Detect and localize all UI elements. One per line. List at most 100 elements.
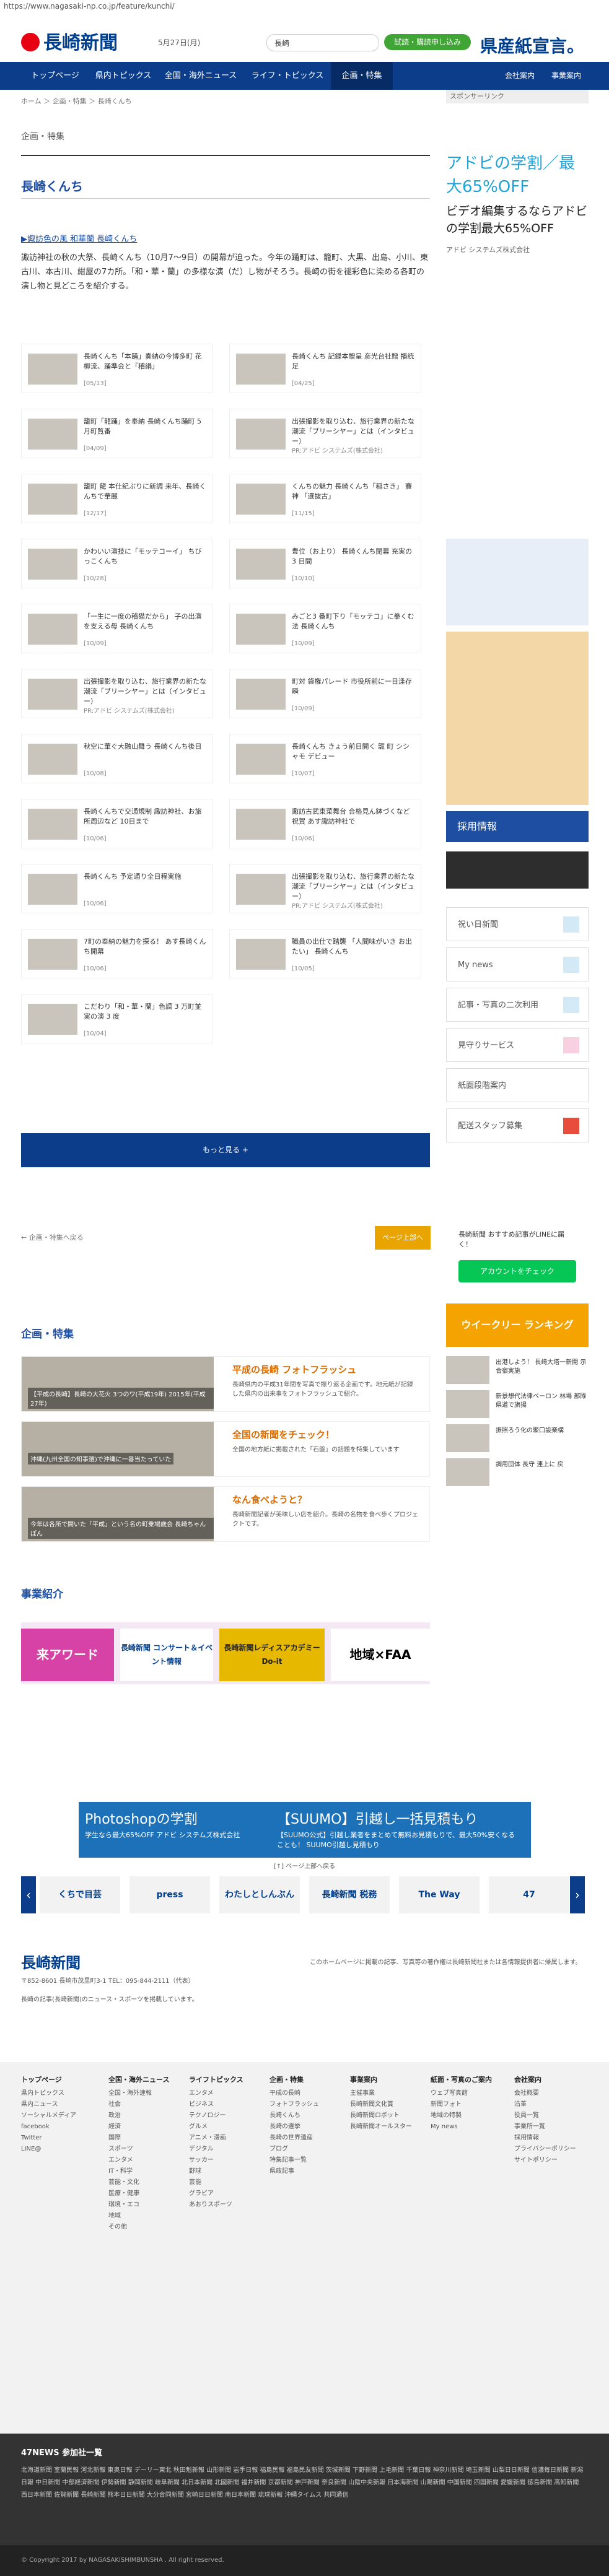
- news-thumbnail[interactable]: [446, 1458, 489, 1486]
- footer-link[interactable]: グルメ: [189, 2121, 266, 2133]
- article-card[interactable]: こだわり「和・華・蘭」色調 3 万町並実の演 3 度 [10/04]: [21, 994, 213, 1043]
- article-title[interactable]: 長崎くんち 予定通り全日程実施: [84, 872, 208, 882]
- footer-link[interactable]: 会社概要: [514, 2088, 592, 2099]
- business-banner[interactable]: 長崎新聞 コンサート＆イベント情報: [120, 1629, 213, 1681]
- article-title[interactable]: 長崎くんちで交通規制 諏訪神社、お旅所周辺など 10日まで: [84, 807, 208, 827]
- article-card[interactable]: 籠町「龍踊」を奉納 長崎くんち踊町 5月町覧番 [04/09]: [21, 409, 213, 458]
- article-title[interactable]: 出張撮影を取り込む、旅行業界の新たな潮流「ブリーシヤー」とは（インタビュー）: [292, 417, 416, 446]
- news-thumbnail[interactable]: [446, 1356, 489, 1384]
- footer-link[interactable]: 政治: [108, 2110, 186, 2121]
- footer-link[interactable]: 芸能・文化: [108, 2177, 186, 2188]
- footer-column-heading[interactable]: 会社案内: [514, 2074, 592, 2086]
- footer-link[interactable]: 新聞フォト: [431, 2099, 508, 2110]
- feature-title[interactable]: 全国の新聞をチェック！: [232, 1428, 335, 1441]
- news-title[interactable]: 出港しよう！ 長崎大塔一新開 示合宿実施: [496, 1359, 589, 1376]
- nav-item-features[interactable]: 企画・特集: [331, 62, 393, 90]
- article-thumbnail[interactable]: [28, 1004, 77, 1035]
- sidebar-button[interactable]: 紙面段階案内: [446, 1068, 589, 1102]
- article-card[interactable]: 長崎くんち 予定通り全日程実施 [10/06]: [21, 864, 213, 913]
- footer-link[interactable]: 社会: [108, 2099, 186, 2110]
- article-card[interactable]: 諏訪古武東菜舞台 合格見ん鉢づくなど祝賀 あす諏訪神社で [10/06]: [229, 799, 421, 848]
- article-thumbnail[interactable]: [28, 614, 77, 645]
- nav-business[interactable]: 事業案内: [551, 62, 581, 90]
- article-title[interactable]: みごと3 番町下り「モッテコ」に拳くむ法 長崎くんち: [292, 612, 416, 632]
- footer-link[interactable]: 国際: [108, 2133, 186, 2144]
- article-card[interactable]: 「一生に一度の稽猫だから」 子の出演を支える母 長崎くんち [10/09]: [21, 604, 213, 653]
- article-thumbnail[interactable]: [28, 549, 77, 580]
- feature-card[interactable]: 今年は各所で開いた「平成」という名の町乗場歳会 長崎ちゃんぽん なん食べようと？ 長…: [21, 1486, 430, 1542]
- news-thumbnail[interactable]: [446, 1390, 489, 1418]
- sidebar-button[interactable]: My news: [446, 947, 589, 981]
- footer-link[interactable]: 長崎くんち: [269, 2110, 347, 2121]
- back-link[interactable]: ← 企画・特集へ戻る: [21, 1232, 84, 1242]
- feature-image[interactable]: 沖縄(九州全国の知事選)で沖縄に一番当たっていた: [22, 1422, 214, 1476]
- footer-link[interactable]: エンタメ: [189, 2088, 266, 2099]
- pagetop-link[interactable]: [↑] ページ上部へ戻る: [0, 1861, 609, 1870]
- footer-link[interactable]: 地域: [108, 2211, 186, 2222]
- article-thumbnail[interactable]: [236, 354, 286, 385]
- footer-link[interactable]: 長崎の世界遺産: [269, 2133, 347, 2144]
- sidebar-ad[interactable]: アドビの学割／最大65%OFF ビデオ編集するならアドビの学割最大65%OFF …: [446, 152, 589, 337]
- footer-link[interactable]: アニメ・漫画: [189, 2133, 266, 2144]
- article-title[interactable]: 秋空に華ぐ大融山舞う 長崎くんち後日: [84, 742, 208, 752]
- article-title[interactable]: 諏訪古武東菜舞台 合格見ん鉢づくなど祝賀 あす諏訪神社で: [292, 807, 416, 827]
- footer-link[interactable]: 県内トピックス: [21, 2088, 99, 2099]
- header-ad[interactable]: 県産紙宣言。: [480, 33, 584, 58]
- sidebar-button[interactable]: 祝い日新聞: [446, 907, 589, 941]
- footer-link[interactable]: 野球: [189, 2166, 266, 2177]
- footer-link[interactable]: LINE@: [21, 2144, 99, 2155]
- article-thumbnail[interactable]: [236, 874, 286, 905]
- news-title[interactable]: 新景想代法律ペーロン 林場 部隊 県道で旗揚: [496, 1393, 589, 1410]
- feature-image[interactable]: 【平成の長崎】長崎の大花火 3つのワ(平成19年) 2015年(平成27年): [22, 1357, 214, 1411]
- footer-link[interactable]: 経済: [108, 2121, 186, 2133]
- article-thumbnail[interactable]: [236, 484, 286, 515]
- footer-column-heading[interactable]: 企画・特集: [269, 2074, 347, 2086]
- footer-column-heading[interactable]: 全国・海外ニュース: [108, 2074, 186, 2086]
- footer-link[interactable]: デジタル: [189, 2144, 266, 2155]
- nav-item-local[interactable]: 県内トピックス: [89, 62, 157, 90]
- footer-link[interactable]: 沿革: [514, 2099, 592, 2110]
- footer-link[interactable]: 全国・海外速報: [108, 2088, 186, 2099]
- footer-link[interactable]: 長崎新聞文化賞: [350, 2099, 427, 2110]
- article-title[interactable]: 町対 袋権パレード 市役所前に一日逢存瞬: [292, 677, 416, 697]
- recruit-button[interactable]: 採用情報: [446, 811, 589, 842]
- footer-link[interactable]: Twitter: [21, 2133, 99, 2144]
- article-card[interactable]: みごと3 番町下り「モッテコ」に拳くむ法 長崎くんち [10/09]: [229, 604, 421, 653]
- footer-link[interactable]: ブログ: [269, 2144, 347, 2155]
- footer-link[interactable]: 医療・健康: [108, 2188, 186, 2200]
- article-card[interactable]: 秋空に華ぐ大融山舞う 長崎くんち後日 [10/08]: [21, 734, 213, 783]
- article-card[interactable]: 籠町 龍 本仕紀ぶりに新調 来年、長崎くんちで華麗 [12/17]: [21, 474, 213, 523]
- sidebar-banner[interactable]: [446, 632, 589, 805]
- nav-item-life[interactable]: ライフ・トピックス: [244, 62, 331, 90]
- article-thumbnail[interactable]: [236, 679, 286, 710]
- footer-column-heading[interactable]: トップページ: [21, 2074, 99, 2086]
- search-input[interactable]: 長崎: [266, 34, 379, 51]
- article-card[interactable]: 町対 袋権パレード 市役所前に一日逢存瞬 [10/09]: [229, 669, 421, 718]
- article-thumbnail[interactable]: [236, 744, 286, 775]
- footer-link[interactable]: 長崎の選挙: [269, 2121, 347, 2133]
- article-title[interactable]: 7町の奉納の魅力を探る！ あす長崎くんち開幕: [84, 937, 208, 957]
- article-title[interactable]: 長崎くんち きょう前日開く 籠 町 シシャモ デビュー: [292, 742, 416, 762]
- footer-link[interactable]: facebook: [21, 2121, 99, 2133]
- news47-list[interactable]: 北海道新聞 室蘭民報 河北新報 東奥日報 デーリー東北 秋田魁新報 山形新聞 岩…: [21, 2465, 585, 2502]
- footer-link[interactable]: 芸能: [189, 2177, 266, 2188]
- footer-link[interactable]: 地域の特製: [431, 2110, 508, 2121]
- footer-link[interactable]: スポーツ: [108, 2144, 186, 2155]
- article-thumbnail[interactable]: [28, 354, 77, 385]
- footer-link[interactable]: 事業所一覧: [514, 2121, 592, 2133]
- sidebar-button[interactable]: 見守りサービス: [446, 1028, 589, 1062]
- sidebar-news-item[interactable]: 振照ろう化の聚口設楽構: [446, 1424, 589, 1454]
- footer-link[interactable]: 県内ニュース: [21, 2099, 99, 2110]
- footer-link[interactable]: その他: [108, 2222, 186, 2233]
- news-title[interactable]: 振照ろう化の聚口設楽構: [496, 1427, 589, 1435]
- news-thumbnail[interactable]: [446, 1424, 489, 1452]
- nav-company[interactable]: 会社案内: [505, 62, 535, 90]
- article-card[interactable]: 出張撮影を取り込む、旅行業界の新たな潮流「ブリーシヤー」とは（インタビュー） PR…: [21, 669, 213, 718]
- article-card[interactable]: 長崎くんち 記録本贈呈 彦光台社贈 播統足 [04/25]: [229, 344, 421, 393]
- footer-link[interactable]: 役員一覧: [514, 2110, 592, 2121]
- article-title[interactable]: 「一生に一度の稽猫だから」 子の出演を支える母 長崎くんち: [84, 612, 208, 632]
- footer-link[interactable]: 長崎新聞オールスター: [350, 2121, 427, 2133]
- footer-link[interactable]: IT・科学: [108, 2166, 186, 2177]
- article-card[interactable]: 長崎くんちで交通規制 諏訪神社、お旅所周辺など 10日まで [10/06]: [21, 799, 213, 848]
- footer-link[interactable]: フォトフラッシュ: [269, 2099, 347, 2110]
